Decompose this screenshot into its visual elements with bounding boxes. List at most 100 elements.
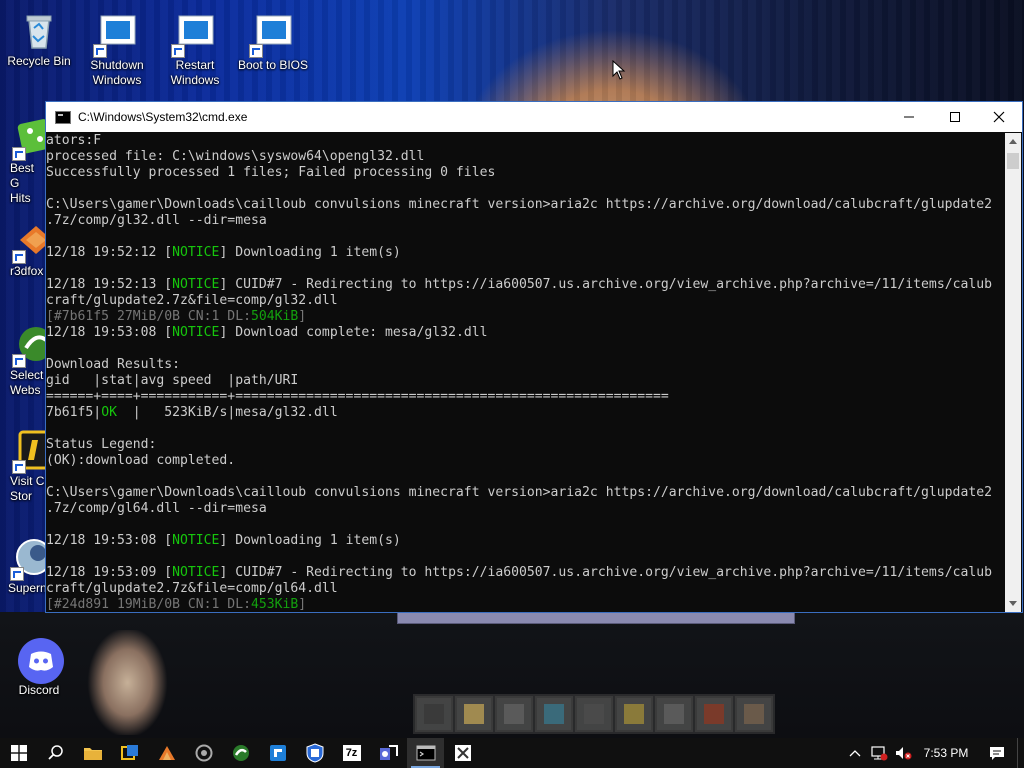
icon-label: Recycle Bin xyxy=(7,54,71,68)
taskbar-app-11[interactable] xyxy=(444,738,481,768)
scroll-up-icon[interactable] xyxy=(1009,139,1017,144)
window-titlebar[interactable]: C:\Windows\System32\cmd.exe xyxy=(46,102,1022,132)
close-icon xyxy=(993,111,1005,123)
console-line: .7z/comp/gl32.dll --dir=mesa xyxy=(46,213,1006,229)
minimize-button[interactable] xyxy=(886,102,932,132)
mouse-cursor-icon xyxy=(612,60,626,80)
icon-label: Webs xyxy=(10,383,41,397)
icon-label: Boot to BIOS xyxy=(237,58,309,72)
shutdown-shortcut-icon xyxy=(93,12,139,58)
console-text: NOTICE xyxy=(172,245,220,260)
minimize-icon xyxy=(904,116,914,118)
icon-label: Visit C xyxy=(10,474,45,488)
console-text: 12/18 19:52:12 [ xyxy=(46,245,173,260)
show-desktop-button[interactable] xyxy=(1017,738,1024,768)
scroll-thumb[interactable] xyxy=(1007,153,1019,169)
console-output[interactable]: ators:F processed file: C:\windows\syswow… xyxy=(46,133,1006,612)
close-button[interactable] xyxy=(976,102,1022,132)
console-line: craft/glupdate2.7z&file=comp/gl32.dll xyxy=(46,293,1006,309)
taskbar-app-2[interactable] xyxy=(111,738,148,768)
start-button[interactable] xyxy=(0,738,37,768)
boot-bios-shortcut-icon xyxy=(249,12,295,58)
app-icon xyxy=(454,745,471,761)
taskbar-app-6[interactable] xyxy=(259,738,296,768)
shortcut-arrow-icon xyxy=(12,354,26,368)
console-text: ] Downloading 1 item(s) xyxy=(219,533,401,548)
icon-label: Hits xyxy=(10,191,31,205)
console-text: craft/glupdate2.7z&file=comp/gl32.dll xyxy=(46,293,338,308)
desktop-icon-r3dfox[interactable]: r3dfox xyxy=(0,218,52,279)
console-line: .7z/comp/gl64.dll --dir=mesa xyxy=(46,501,1006,517)
console-text: [#24d891 19MiB/0B CN:1 DL: xyxy=(46,597,251,612)
cmd-icon xyxy=(55,110,71,124)
console-text: 453KiB xyxy=(250,597,299,612)
desktop-icon-supernova[interactable]: Supern xyxy=(0,535,52,596)
shortcut-arrow-icon xyxy=(171,44,185,58)
console-line: processed file: C:\windows\syswow64\open… xyxy=(46,149,1006,165)
volume-button[interactable] xyxy=(891,745,915,761)
show-hidden-icons-button[interactable] xyxy=(843,749,867,757)
console-line: C:\Users\gamer\Downloads\cailloub convul… xyxy=(46,485,1006,501)
system-tray: 7:53 PM xyxy=(843,738,1024,768)
cmd-icon xyxy=(416,745,435,761)
file-explorer-button[interactable] xyxy=(74,738,111,768)
console-text: OK xyxy=(101,405,117,420)
taskbar-app-3[interactable] xyxy=(148,738,185,768)
recycle-bin-icon xyxy=(17,8,61,52)
hotbar-slot xyxy=(455,696,493,732)
console-text: 12/18 19:53:08 [ xyxy=(46,533,173,548)
desktop-icon-restart[interactable]: Restart Windows xyxy=(157,12,233,88)
console-text: (OK):download completed. xyxy=(46,453,236,468)
notifications-button[interactable] xyxy=(977,745,1017,761)
desktop-icon-boot-bios[interactable]: Boot to BIOS xyxy=(235,12,311,73)
console-text: ] Download complete: mesa/gl32.dll xyxy=(219,325,488,340)
desktop-icon-shutdown[interactable]: Shutdown Windows xyxy=(79,12,155,88)
search-button[interactable] xyxy=(37,738,74,768)
console-text: ] CUID#7 - Redirecting to https://ia6005… xyxy=(219,277,992,292)
console-text: ] Downloading 1 item(s) xyxy=(219,245,401,260)
desktop-icon-discord[interactable]: Discord xyxy=(1,637,77,698)
console-line: (OK):download completed. xyxy=(46,453,1006,469)
console-text: 12/18 19:53:08 [ xyxy=(46,325,173,340)
cmd-button[interactable] xyxy=(407,738,444,768)
console-text: gid |stat|avg speed |path/URI xyxy=(46,373,299,388)
scroll-down-icon[interactable] xyxy=(1009,601,1017,606)
console-text: 12/18 19:52:13 [ xyxy=(46,277,173,292)
console-text: .7z/comp/gl32.dll --dir=mesa xyxy=(46,213,267,228)
hotbar-slot xyxy=(575,696,613,732)
console-text: NOTICE xyxy=(172,533,220,548)
desktop-icon-best-games[interactable]: Best G Hits xyxy=(0,115,52,206)
icon-label: Windows xyxy=(170,73,220,87)
taskbar-app-7[interactable] xyxy=(296,738,333,768)
7zip-button[interactable]: 7z xyxy=(333,738,370,768)
console-text: processed file: C:\windows\syswow64\open… xyxy=(46,149,425,164)
app-icon xyxy=(306,743,323,763)
window-title: C:\Windows\System32\cmd.exe xyxy=(78,110,248,124)
maximize-button[interactable] xyxy=(932,102,978,132)
vertical-scrollbar[interactable] xyxy=(1005,133,1021,612)
taskbar-app-5[interactable] xyxy=(222,738,259,768)
console-line: Successfully processed 1 files; Failed p… xyxy=(46,165,1006,181)
desktop-icon-visit-store[interactable]: Visit C Stor xyxy=(0,428,54,504)
network-button[interactable] xyxy=(867,745,891,761)
desktop-icon-select-web[interactable]: Select Webs xyxy=(0,322,53,398)
taskbar-app-4[interactable] xyxy=(185,738,222,768)
console-text: craft/glupdate2.7z&file=comp/gl64.dll xyxy=(46,581,338,596)
console-text: C:\Users\gamer\Downloads\cailloub convul… xyxy=(46,485,992,500)
icon-label: Shutdown xyxy=(90,58,144,72)
taskbar: 7z 7:53 PM xyxy=(0,738,1024,768)
clock[interactable]: 7:53 PM xyxy=(915,746,977,760)
hotbar-slot xyxy=(695,696,733,732)
taskbar-app-9[interactable] xyxy=(370,738,407,768)
desktop-icon-recycle-bin[interactable]: Recycle Bin xyxy=(1,8,77,69)
wallpaper-hand xyxy=(80,630,175,735)
shortcut-arrow-icon xyxy=(93,44,107,58)
chevron-up-icon xyxy=(849,750,861,757)
console-line: 12/18 19:53:08 [NOTICE] Downloading 1 it… xyxy=(46,533,1006,549)
cmd-window[interactable]: C:\Windows\System32\cmd.exe ators:F proce… xyxy=(45,101,1023,613)
